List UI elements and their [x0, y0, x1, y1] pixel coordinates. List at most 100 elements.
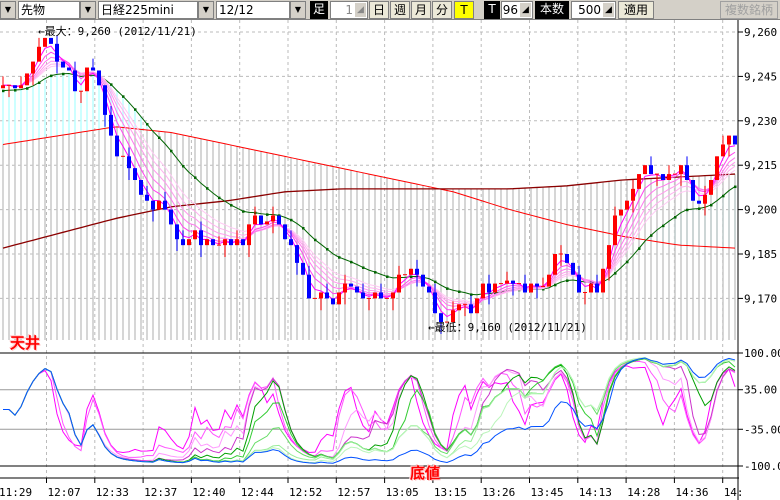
candle-body	[205, 239, 209, 246]
candle-body	[127, 156, 131, 169]
price-tick-label: 9,185	[744, 248, 777, 261]
ma-mid-marker	[446, 287, 449, 290]
top-label: 天井	[10, 334, 41, 352]
candle-body	[277, 215, 281, 225]
time-tick-label: 11:29	[0, 486, 32, 499]
ma-mid-marker	[110, 83, 113, 86]
ma-mid-marker	[662, 224, 665, 228]
candle-body	[457, 304, 461, 311]
time-tick-label: 12:37	[144, 486, 177, 499]
candle-body	[379, 292, 383, 299]
candle-body	[679, 165, 683, 175]
ma-mid-marker	[686, 208, 689, 212]
candle-body	[667, 174, 671, 180]
candle-body	[151, 200, 155, 210]
candle-body	[97, 70, 101, 86]
candle-body	[235, 239, 239, 246]
candle-body	[133, 168, 137, 180]
ma-mid-marker	[698, 207, 701, 210]
time-tick-label: 13:05	[386, 486, 419, 499]
ma-mid-marker	[122, 95, 125, 98]
candle-body	[67, 67, 71, 71]
candle-body	[697, 200, 701, 204]
candle-body	[331, 298, 335, 305]
candle-body	[271, 215, 275, 222]
time-tick-label: 12:07	[48, 486, 81, 499]
price-tick-label: 9,215	[744, 159, 777, 172]
candle-body	[631, 188, 635, 201]
candle-body	[433, 292, 437, 314]
candle-body	[427, 286, 431, 293]
candle-body	[25, 73, 29, 86]
ma-mid-marker	[710, 203, 713, 207]
price-chart[interactable]: 9,260 9,245 9,230 9,215 9,200 9,185 9,170 100.0…	[0, 0, 780, 500]
time-tick-label: 12:52	[289, 486, 322, 499]
candle-body	[193, 230, 197, 240]
candle-body	[169, 209, 173, 225]
osc-tick-label: 35.00	[744, 384, 777, 397]
candle-body	[337, 292, 341, 305]
candle-body	[643, 165, 647, 175]
candle-body	[223, 239, 227, 246]
candle-body	[37, 46, 41, 62]
candle-body	[259, 215, 263, 225]
ma-mid-marker	[14, 89, 17, 92]
candle-body	[733, 135, 737, 145]
ma-mid-marker	[182, 165, 185, 168]
osc-tick-label: -35.00	[744, 423, 780, 436]
candle-body	[409, 268, 413, 275]
candle-body	[139, 180, 143, 195]
candle-body	[727, 135, 731, 145]
candle-body	[319, 292, 323, 299]
candle-body	[619, 209, 623, 216]
ma-mid-marker	[266, 213, 269, 216]
candle-body	[625, 200, 629, 210]
ma-mid-marker	[362, 266, 365, 269]
candle-body	[415, 268, 419, 275]
max-annotation: ←最大：9,260 (2012/11/21)	[38, 25, 197, 38]
candle-body	[103, 85, 107, 115]
ma-mid-marker	[50, 74, 53, 78]
candle-body	[475, 298, 479, 314]
candle-body	[649, 165, 653, 175]
candle-body	[613, 215, 617, 246]
bottom-label: 底値	[410, 464, 441, 482]
candle-body	[421, 274, 425, 287]
candle-body	[211, 239, 215, 246]
ma-mid-marker	[146, 123, 149, 126]
candle-body	[187, 239, 191, 246]
candle-body	[253, 215, 257, 225]
candle-body	[145, 194, 149, 201]
candle-body	[469, 304, 473, 314]
time-tick-label: 12:44	[241, 486, 274, 499]
candle-body	[247, 224, 251, 246]
candle-body	[691, 180, 695, 201]
time-tick-label: 13:45	[531, 486, 564, 499]
candle-body	[109, 114, 113, 136]
ma-mid-marker	[722, 194, 725, 198]
ma-mid-marker	[290, 218, 293, 222]
ma-mid-marker	[734, 185, 737, 189]
candle-body	[241, 239, 245, 246]
ma-mid-marker	[218, 196, 221, 200]
candle-body	[571, 262, 575, 275]
candle-body	[481, 283, 485, 299]
ma-mid-marker	[302, 227, 305, 230]
candle-body	[175, 224, 179, 240]
ma-mid-marker	[386, 275, 389, 278]
candle-body	[157, 200, 161, 210]
candle-body	[295, 245, 299, 263]
time-tick-label: 14:28	[627, 486, 660, 499]
ma-mid-marker	[458, 290, 461, 293]
candle-body	[55, 43, 59, 62]
ma-mid-marker	[230, 204, 233, 207]
ma-mid-marker	[338, 256, 341, 259]
candle-body	[589, 283, 593, 293]
candle-body	[373, 292, 377, 299]
candle-body	[721, 144, 725, 157]
time-tick-label: 12:40	[192, 486, 225, 499]
candle-body	[391, 292, 395, 299]
candle-body	[487, 283, 491, 293]
candle-body	[685, 165, 689, 180]
candle-body	[43, 37, 47, 47]
